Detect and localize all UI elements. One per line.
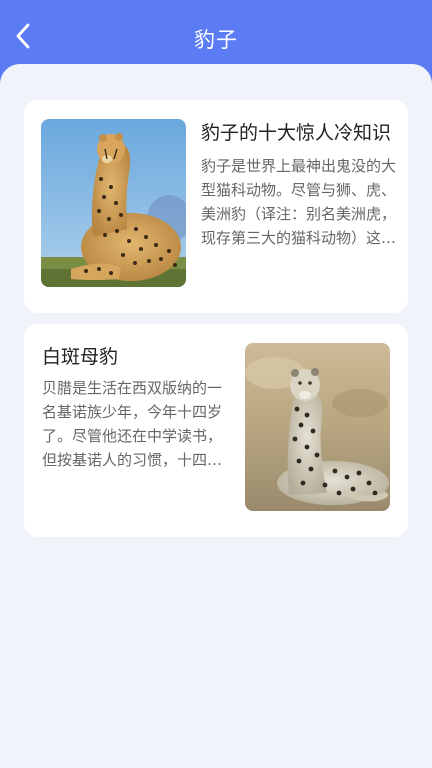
article-title: 白斑母豹 bbox=[42, 346, 119, 368]
article-title: 豹子的十大惊人冷知识 bbox=[201, 122, 392, 144]
leopard-photo bbox=[245, 343, 390, 511]
content-area: 豹子的十大惊人冷知识 豹子是世界上最神出鬼没的大型猫科动物。尽管与狮、虎、美洲豹… bbox=[0, 64, 432, 768]
article-description: 贝腊是生活在西双版纳的一名基诺族少年，今年十四岁了。尽管他还在中学读书，但按基诺… bbox=[42, 379, 223, 469]
article-text: 豹子的十大惊人冷知识 豹子是世界上最神出鬼没的大型猫科动物。尽管与狮、虎、美洲豹… bbox=[201, 118, 397, 250]
cheetah-photo bbox=[41, 119, 186, 287]
page-title: 豹子 bbox=[194, 28, 238, 52]
article-description: 豹子是世界上最神出鬼没的大型猫科动物。尽管与狮、虎、美洲豹（译注：别名美洲虎，现… bbox=[201, 157, 397, 247]
article-text: 白斑母豹 贝腊是生活在西双版纳的一名基诺族少年，今年十四岁了。尽管他还在中学读书… bbox=[42, 342, 232, 472]
article-card[interactable]: 豹子的十大惊人冷知识 豹子是世界上最神出鬼没的大型猫科动物。尽管与狮、虎、美洲豹… bbox=[24, 100, 408, 313]
article-card[interactable]: 白斑母豹 贝腊是生活在西双版纳的一名基诺族少年，今年十四岁了。尽管他还在中学读书… bbox=[24, 324, 408, 537]
